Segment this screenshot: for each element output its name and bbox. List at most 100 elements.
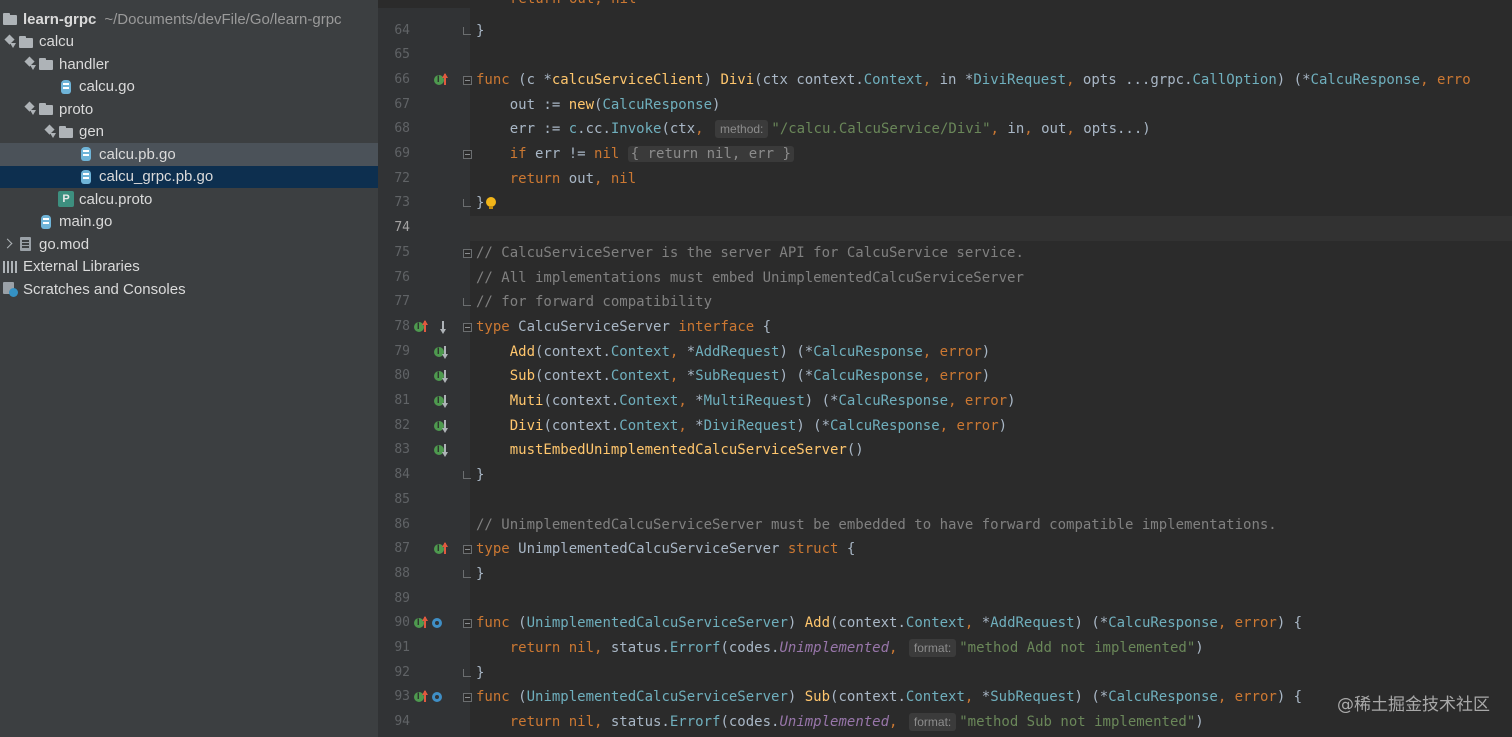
code-line[interactable]: if err != nil { return nil, err } <box>476 142 794 167</box>
line-number[interactable]: 69 <box>378 142 410 167</box>
line-number[interactable]: 73 <box>378 191 410 216</box>
code-line[interactable]: func (c *calcuServiceClient) Divi(ctx co… <box>476 68 1471 93</box>
code-line[interactable]: return nil, status.Errorf(codes.Unimplem… <box>476 710 1204 735</box>
tree-item-go-mod[interactable]: go.mod <box>0 233 378 256</box>
line-number[interactable]: 89 <box>378 587 410 612</box>
code-line[interactable]: out := new(CalcuResponse) <box>476 93 721 118</box>
navigate-up-arrow-icon[interactable] <box>434 542 448 556</box>
line-number[interactable]: 74 <box>378 216 410 241</box>
navigate-up-arrow-icon[interactable] <box>414 690 428 704</box>
line-number[interactable]: 78 <box>378 315 410 340</box>
code-line[interactable]: Add(context.Context, *AddRequest) (*Calc… <box>476 340 991 365</box>
fold-end-icon[interactable] <box>463 298 472 307</box>
chevron-down-icon[interactable] <box>2 34 18 50</box>
line-number[interactable]: 84 <box>378 463 410 488</box>
code-line[interactable]: } <box>476 562 484 587</box>
fold-end-icon[interactable] <box>463 199 472 208</box>
line-number[interactable]: 92 <box>378 661 410 686</box>
line-number[interactable]: 80 <box>378 364 410 389</box>
navigate-down-arrow-icon[interactable] <box>432 320 446 334</box>
navigate-down-arrow-icon[interactable] <box>434 345 448 359</box>
line-number[interactable]: 75 <box>378 241 410 266</box>
code-line[interactable]: Divi(context.Context, *DiviRequest) (*Ca… <box>476 414 1007 439</box>
code-line[interactable]: } <box>476 661 484 686</box>
tree-item-scratches-and-consoles[interactable]: Scratches and Consoles <box>0 278 378 301</box>
code-line[interactable]: // UnimplementedCalcuServiceServer must … <box>476 513 1277 538</box>
tree-item-handler[interactable]: handler <box>0 53 378 76</box>
tree-item-external-libraries[interactable]: External Libraries <box>0 256 378 279</box>
tree-item-calcu[interactable]: calcu <box>0 31 378 54</box>
tree-item-calcu-grpc-pb-go[interactable]: calcu_grpc.pb.go <box>0 165 378 188</box>
line-number[interactable]: 86 <box>378 513 410 538</box>
tree-root-learn-grpc[interactable]: learn-grpc ~/Documents/devFile/Go/learn-… <box>0 8 378 31</box>
code-line[interactable]: Sub(context.Context, *SubRequest) (*Calc… <box>476 364 991 389</box>
code-line[interactable]: type CalcuServiceServer interface { <box>476 315 771 340</box>
code-line[interactable]: mustEmbedUnimplementedCalcuServiceServer… <box>476 438 864 463</box>
fold-toggle-icon[interactable] <box>463 322 472 332</box>
overrides-marker-icon[interactable] <box>432 690 446 704</box>
code-line[interactable]: } <box>476 191 497 216</box>
overrides-marker-icon[interactable] <box>432 616 446 630</box>
line-number[interactable]: 72 <box>378 167 410 192</box>
line-number[interactable]: 66 <box>378 68 410 93</box>
line-number[interactable]: 93 <box>378 685 410 710</box>
code-line[interactable]: // for forward compatibility <box>476 290 712 315</box>
code-line[interactable]: } <box>476 19 484 44</box>
folded-code-placeholder[interactable]: { return nil, err } <box>627 146 794 162</box>
line-number[interactable]: 82 <box>378 414 410 439</box>
code-line[interactable]: // All implementations must embed Unimpl… <box>476 266 1024 291</box>
line-number[interactable]: 68 <box>378 117 410 142</box>
line-number[interactable]: 94 <box>378 710 410 735</box>
lightbulb-icon[interactable] <box>486 197 497 210</box>
tree-item-main-go[interactable]: main.go <box>0 211 378 234</box>
line-number[interactable]: 79 <box>378 340 410 365</box>
fold-toggle-icon[interactable] <box>463 693 472 703</box>
code-line[interactable]: func (UnimplementedCalcuServiceServer) A… <box>476 611 1302 636</box>
chevron-down-icon[interactable] <box>42 124 58 140</box>
tree-item-calcu-proto[interactable]: Pcalcu.proto <box>0 188 378 211</box>
fold-end-icon[interactable] <box>463 668 472 678</box>
fold-end-icon[interactable] <box>463 26 472 36</box>
fold-toggle-icon[interactable] <box>463 619 472 629</box>
code-line[interactable]: err := c.cc.Invoke(ctx, method: "/calcu.C… <box>476 117 1151 142</box>
navigate-up-arrow-icon[interactable] <box>414 616 428 630</box>
chevron-right-icon[interactable] <box>2 236 18 252</box>
line-number[interactable]: 76 <box>378 266 410 291</box>
tree-item-proto[interactable]: proto <box>0 98 378 121</box>
navigate-down-arrow-icon[interactable] <box>434 394 448 408</box>
code-line[interactable]: } <box>476 463 484 488</box>
line-number[interactable]: 85 <box>378 488 410 513</box>
fold-toggle-icon[interactable] <box>463 248 472 258</box>
line-number[interactable]: 65 <box>378 43 410 68</box>
navigate-down-arrow-icon[interactable] <box>434 369 448 384</box>
code-line[interactable]: // CalcuServiceServer is the server API … <box>476 241 1024 266</box>
code-line[interactable]: Muti(context.Context, *MultiRequest) (*C… <box>476 389 1016 414</box>
navigate-down-arrow-icon[interactable] <box>434 443 448 458</box>
tree-item-gen[interactable]: gen <box>0 121 378 144</box>
navigate-down-arrow-icon[interactable] <box>434 419 448 433</box>
tree-item-calcu-go[interactable]: calcu.go <box>0 76 378 99</box>
line-number[interactable]: 67 <box>378 93 410 118</box>
line-number[interactable]: 81 <box>378 389 410 414</box>
code-line[interactable]: func (UnimplementedCalcuServiceServer) S… <box>476 685 1302 710</box>
fold-end-icon[interactable] <box>463 569 472 579</box>
fold-end-icon[interactable] <box>463 471 472 480</box>
fold-toggle-icon[interactable] <box>463 150 472 159</box>
line-number[interactable]: 77 <box>378 290 410 315</box>
line-number[interactable]: 90 <box>378 611 410 636</box>
fold-toggle-icon[interactable] <box>463 75 472 85</box>
code-line[interactable]: return nil, status.Errorf(codes.Unimplem… <box>476 636 1204 661</box>
line-number[interactable]: 87 <box>378 537 410 562</box>
line-number[interactable]: 83 <box>378 438 410 463</box>
chevron-down-icon[interactable] <box>22 56 38 72</box>
fold-toggle-icon[interactable] <box>463 545 472 555</box>
tree-item-calcu-pb-go[interactable]: calcu.pb.go <box>0 143 378 166</box>
navigate-up-arrow-icon[interactable] <box>434 72 448 87</box>
navigate-up-arrow-icon[interactable] <box>414 319 428 334</box>
line-number[interactable]: 88 <box>378 562 410 587</box>
chevron-down-icon[interactable] <box>22 101 38 117</box>
line-number[interactable]: 91 <box>378 636 410 661</box>
code-line[interactable]: return out, nil <box>476 167 636 192</box>
code-line[interactable]: type UnimplementedCalcuServiceServer str… <box>476 537 855 562</box>
line-number[interactable]: 64 <box>378 19 410 44</box>
